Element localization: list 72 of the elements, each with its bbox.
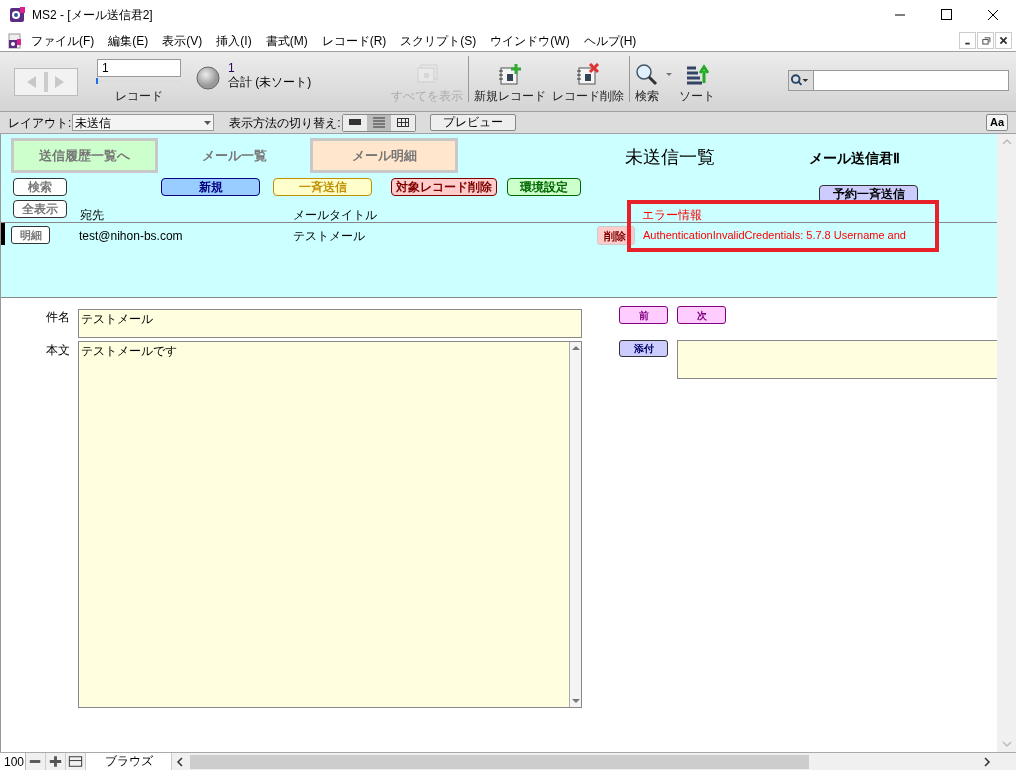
menu-item[interactable]: ファイル(F) bbox=[31, 31, 95, 50]
field-label: 本文 bbox=[46, 342, 70, 359]
found-count: 1 bbox=[228, 61, 236, 75]
body-text: テストメールです bbox=[80, 343, 178, 360]
close-icon[interactable] bbox=[995, 32, 1012, 49]
delete-record-icon bbox=[576, 63, 600, 87]
layout-dropdown[interactable]: 未送信 bbox=[72, 114, 215, 131]
menu-item[interactable]: 編集(E) bbox=[108, 31, 149, 50]
search-icon bbox=[635, 63, 659, 87]
zoom-level[interactable]: 100 bbox=[0, 752, 26, 770]
menu-item[interactable]: レコード(R) bbox=[321, 31, 387, 50]
app-icon[interactable] bbox=[8, 6, 26, 24]
dropdown-caret-icon[interactable] bbox=[666, 73, 672, 76]
quick-find-field[interactable] bbox=[788, 70, 1009, 91]
layout-button[interactable]: 検索 bbox=[13, 178, 67, 196]
menu-item[interactable]: 表示(V) bbox=[162, 31, 203, 50]
restore-icon[interactable] bbox=[977, 32, 994, 49]
view-list-button[interactable] bbox=[366, 114, 391, 131]
view-switcher[interactable] bbox=[341, 113, 416, 132]
record-label: レコード bbox=[115, 87, 163, 105]
window-title: MS2 - [メール送信君2] bbox=[32, 7, 153, 24]
body-field[interactable]: テストメールです bbox=[78, 341, 582, 708]
toolbar-button[interactable]: ソート bbox=[676, 63, 718, 105]
attach-button[interactable]: 添付 bbox=[619, 340, 668, 357]
detail-button[interactable]: 明細 bbox=[11, 226, 50, 244]
layout-button[interactable]: 全表示 bbox=[13, 200, 67, 218]
menu-item[interactable]: ウインドウ(W) bbox=[490, 31, 570, 50]
layout-button[interactable]: 新規 bbox=[161, 178, 260, 196]
record-number-field[interactable]: 1 bbox=[97, 58, 181, 77]
table-cell-text: テストメール bbox=[293, 228, 365, 245]
layout-button[interactable]: 環境設定 bbox=[507, 178, 581, 196]
mode-label[interactable]: ブラウズ bbox=[86, 753, 172, 770]
layout-button[interactable]: 対象レコード削除 bbox=[391, 178, 497, 196]
minimize-icon[interactable] bbox=[959, 32, 976, 49]
preview-button[interactable]: プレビュー bbox=[429, 114, 516, 131]
table-cell-text: test@nihon-bs.com bbox=[79, 228, 183, 245]
search-icon[interactable] bbox=[789, 71, 814, 90]
menu-item[interactable]: ヘルプ(H) bbox=[583, 31, 637, 50]
column-header: メールタイトル bbox=[293, 207, 377, 224]
text-size-button[interactable]: Aa bbox=[985, 114, 1008, 131]
next-button[interactable]: 次 bbox=[677, 306, 726, 324]
view-table-button[interactable] bbox=[390, 114, 415, 131]
layout-title: 未送信一覧 bbox=[625, 146, 715, 169]
toolbar-button[interactable]: 検索 bbox=[632, 63, 662, 105]
app-name: メール送信君Ⅱ bbox=[809, 149, 900, 168]
toolbar-button[interactable]: 新規レコード bbox=[471, 63, 549, 105]
sort-icon bbox=[685, 63, 709, 87]
scroll-right-icon[interactable] bbox=[983, 755, 993, 768]
tab[interactable]: 送信履歴一覧へ bbox=[11, 138, 158, 173]
column-header: 宛先 bbox=[80, 207, 104, 224]
view-form-button[interactable] bbox=[342, 114, 367, 131]
previous-button[interactable]: 前 bbox=[619, 306, 668, 324]
menu-item[interactable]: 書式(M) bbox=[265, 31, 308, 50]
dropdown-caret-icon[interactable] bbox=[204, 120, 212, 125]
menu-item[interactable]: 挿入(I) bbox=[216, 31, 252, 50]
view-label: 表示方法の切り替え: bbox=[229, 114, 341, 132]
menu-item[interactable]: スクリプト(S) bbox=[400, 31, 477, 50]
scrollbar[interactable] bbox=[569, 342, 581, 707]
scroll-thumb[interactable] bbox=[190, 754, 809, 769]
column-header: エラー情報 bbox=[642, 207, 702, 224]
error-message: AuthenticationInvalidCredentials: 5.7.8 Username and bbox=[643, 228, 906, 243]
new-record-icon bbox=[498, 63, 522, 87]
total-label: 合計 (未ソート) bbox=[228, 75, 313, 90]
document-icon[interactable] bbox=[8, 32, 22, 49]
attachment-field[interactable] bbox=[677, 340, 997, 379]
tab[interactable]: メール明細 bbox=[310, 138, 458, 173]
field-label: 件名 bbox=[46, 309, 70, 326]
layout-label: レイアウト: bbox=[8, 114, 72, 132]
subject-field[interactable]: テストメール bbox=[78, 309, 582, 338]
toolbar-button[interactable]: レコード削除 bbox=[549, 63, 627, 105]
layout-value: 未送信 bbox=[75, 114, 113, 132]
scroll-left-icon[interactable] bbox=[176, 755, 186, 768]
